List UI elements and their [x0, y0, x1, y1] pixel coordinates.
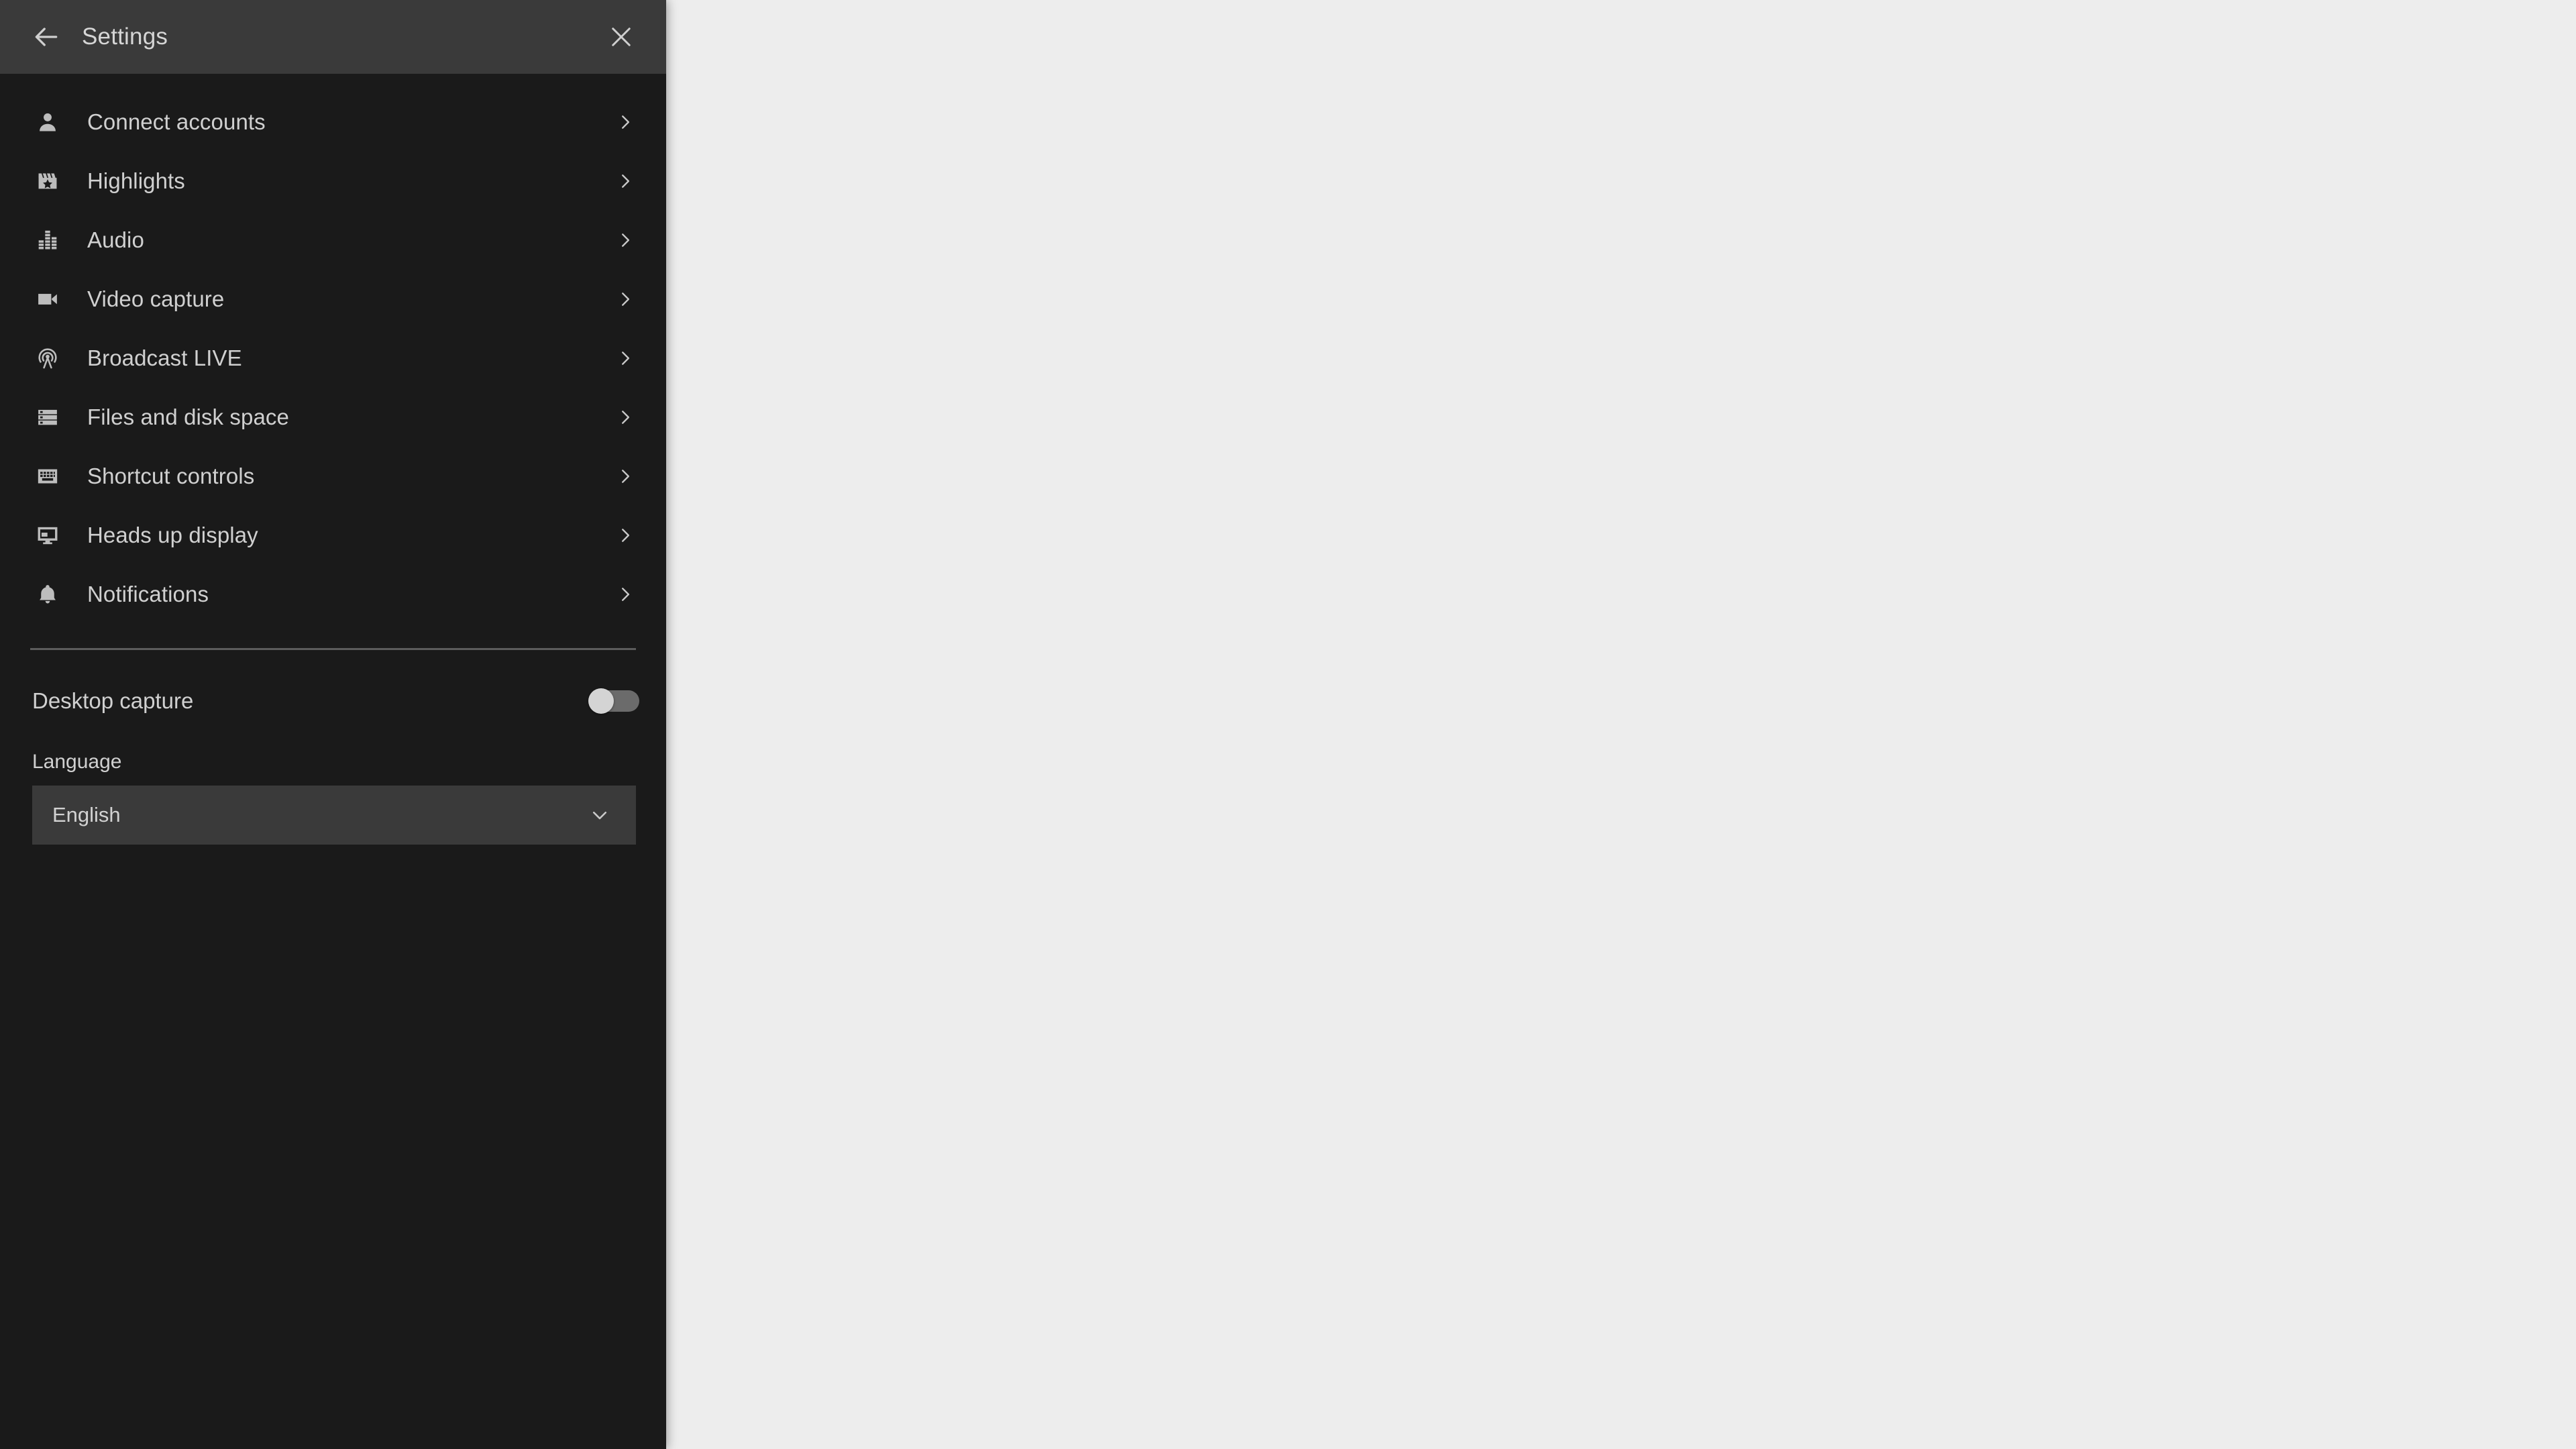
settings-row-label: Notifications [87, 582, 209, 606]
video-camera-icon [32, 284, 63, 315]
monitor-icon [32, 520, 63, 551]
desktop-capture-label: Desktop capture [32, 688, 194, 713]
language-selected-value: English [52, 803, 121, 826]
section-divider [30, 648, 636, 650]
settings-row-label: Heads up display [87, 523, 258, 547]
toggle-knob [588, 688, 614, 714]
page-title: Settings [82, 23, 168, 50]
settings-row-label: Shortcut controls [87, 464, 255, 488]
settings-row-label: Video capture [87, 286, 225, 311]
settings-row-heads-up-display[interactable]: Heads up display [0, 506, 666, 565]
clapperboard-star-icon [32, 166, 63, 197]
chevron-right-icon [611, 403, 639, 431]
chevron-right-icon [611, 462, 639, 490]
close-button[interactable] [603, 19, 639, 55]
language-select[interactable]: English [32, 786, 636, 845]
storage-icon [32, 402, 63, 433]
chevron-right-icon [611, 521, 639, 549]
chevron-down-icon [586, 802, 613, 828]
settings-row-shortcut-controls[interactable]: Shortcut controls [0, 447, 666, 506]
chevron-right-icon [611, 285, 639, 313]
settings-row-label: Connect accounts [87, 109, 266, 134]
settings-menu-list: Connect accounts Highlights Audio Video … [0, 74, 666, 624]
settings-panel: Settings Connect accounts Highlights Aud… [0, 0, 666, 1449]
back-button[interactable] [28, 19, 64, 55]
broadcast-icon [32, 343, 63, 374]
person-icon [32, 107, 63, 138]
chevron-right-icon [611, 226, 639, 254]
settings-row-files-and-disk-space[interactable]: Files and disk space [0, 388, 666, 447]
settings-row-label: Audio [87, 227, 144, 252]
arrow-left-icon [32, 22, 61, 52]
settings-row-label: Highlights [87, 168, 185, 193]
keyboard-icon [32, 461, 63, 492]
settings-row-audio[interactable]: Audio [0, 211, 666, 270]
language-label: Language [32, 751, 122, 773]
settings-row-label: Broadcast LIVE [87, 345, 242, 370]
chevron-right-icon [611, 167, 639, 195]
panel-header: Settings [0, 0, 666, 74]
chevron-right-icon [611, 108, 639, 136]
desktop-capture-toggle[interactable] [588, 688, 639, 714]
settings-row-highlights[interactable]: Highlights [0, 152, 666, 211]
settings-row-video-capture[interactable]: Video capture [0, 270, 666, 329]
bell-icon [32, 579, 63, 610]
chevron-right-icon [611, 580, 639, 608]
desktop-capture-row: Desktop capture [0, 666, 666, 736]
settings-row-connect-accounts[interactable]: Connect accounts [0, 93, 666, 152]
chevron-right-icon [611, 344, 639, 372]
close-icon [607, 23, 635, 51]
settings-row-label: Files and disk space [87, 405, 289, 429]
equalizer-icon [32, 225, 63, 256]
settings-row-notifications[interactable]: Notifications [0, 565, 666, 624]
settings-row-broadcast-live[interactable]: Broadcast LIVE [0, 329, 666, 388]
